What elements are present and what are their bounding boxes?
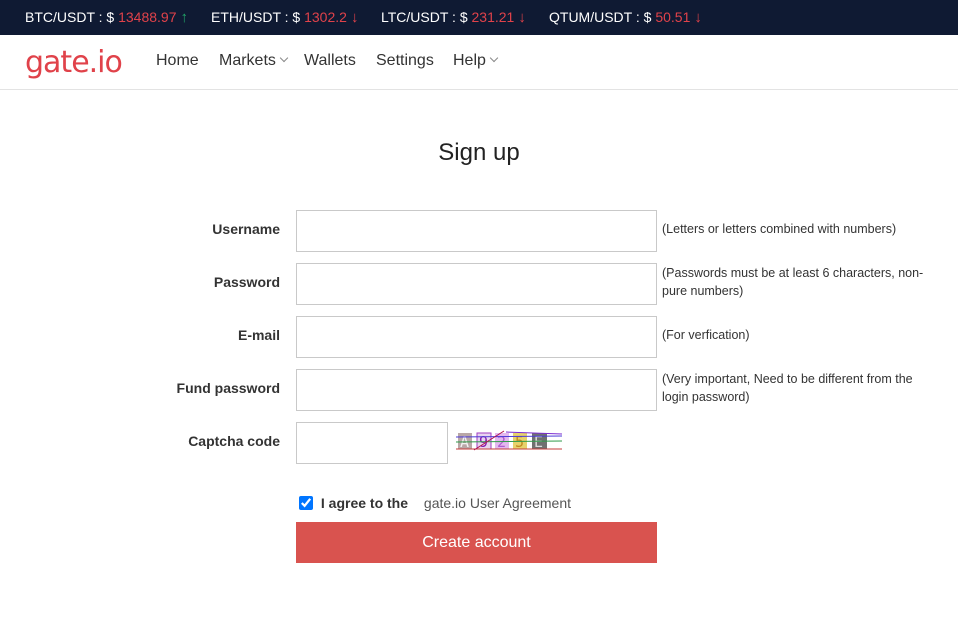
nav-home[interactable]: Home	[156, 52, 199, 70]
ticker-item-eth[interactable]: ETH/USDT : $ 1302.2 ↓	[211, 9, 358, 26]
arrow-down-icon: ↓	[518, 9, 526, 26]
user-agreement-link[interactable]: gate.io User Agreement	[424, 495, 571, 511]
ticker-item-btc[interactable]: BTC/USDT : $ 13488.97 ↑	[25, 9, 188, 26]
ticker-item-qtum[interactable]: QTUM/USDT : $ 50.51 ↓	[549, 9, 702, 26]
create-account-button[interactable]: Create account	[296, 522, 657, 563]
gate-io-logo[interactable]: gate.io	[25, 45, 123, 80]
ticker-pair: BTC/USDT	[25, 9, 95, 25]
arrow-up-icon: ↑	[180, 9, 189, 26]
username-hint: (Letters or letters combined with number…	[662, 222, 897, 236]
password-hint: (Passwords must be at least 6 characters…	[662, 266, 924, 298]
fund-password-hint: (Very important, Need to be different fr…	[662, 372, 913, 404]
ticker-price: 1302.2	[304, 9, 347, 25]
username-label: Username	[212, 221, 280, 237]
captcha-char: 5	[515, 433, 524, 451]
ticker-price: 231.21	[471, 9, 515, 25]
chevron-down-icon	[489, 53, 499, 63]
ticker-separator: : $	[280, 9, 305, 25]
nav-markets-label: Markets	[219, 52, 276, 69]
nav-help[interactable]: Help	[453, 52, 499, 70]
nav-markets[interactable]: Markets	[219, 52, 289, 70]
captcha-label: Captcha code	[188, 433, 280, 449]
page-title: Sign up	[438, 139, 520, 166]
ticker-separator: : $	[448, 9, 472, 25]
ticker-pair: LTC/USDT	[381, 9, 449, 25]
captcha-graphic: A 9 2 5 E	[455, 430, 563, 451]
fund-password-label: Fund password	[176, 380, 280, 396]
main-navbar: gate.io Home Markets Wallets Settings He…	[0, 35, 958, 90]
password-input[interactable]	[296, 263, 657, 305]
price-ticker-bar: BTC/USDT : $ 13488.97 ↑ ETH/USDT : $ 1302…	[0, 0, 958, 35]
ticker-price: 50.51	[655, 9, 691, 25]
nav-help-label: Help	[453, 52, 486, 69]
captcha-input[interactable]	[296, 422, 448, 464]
email-hint: (For verfication)	[662, 328, 750, 342]
chevron-down-icon	[279, 53, 289, 63]
agree-checkbox[interactable]	[299, 496, 313, 510]
nav-wallets[interactable]: Wallets	[304, 52, 356, 70]
ticker-separator: : $	[631, 9, 656, 25]
ticker-pair: ETH/USDT	[211, 9, 281, 25]
password-label: Password	[213, 274, 280, 290]
fund-password-input[interactable]	[296, 369, 657, 411]
ticker-price: 13488.97	[118, 9, 177, 25]
agree-text: I agree to the	[320, 495, 409, 511]
nav-settings[interactable]: Settings	[376, 52, 434, 70]
email-input[interactable]	[296, 316, 657, 358]
ticker-separator: : $	[94, 9, 119, 25]
arrow-down-icon: ↓	[350, 9, 359, 26]
captcha-image[interactable]: A 9 2 5 E	[455, 428, 563, 459]
arrow-down-icon: ↓	[694, 9, 702, 26]
ticker-item-ltc[interactable]: LTC/USDT : $ 231.21 ↓	[381, 9, 526, 26]
agreement-row: I agree to the gate.io User Agreement	[299, 495, 571, 511]
username-input[interactable]	[296, 210, 657, 252]
ticker-pair: QTUM/USDT	[549, 9, 632, 25]
email-label: E-mail	[237, 327, 280, 343]
